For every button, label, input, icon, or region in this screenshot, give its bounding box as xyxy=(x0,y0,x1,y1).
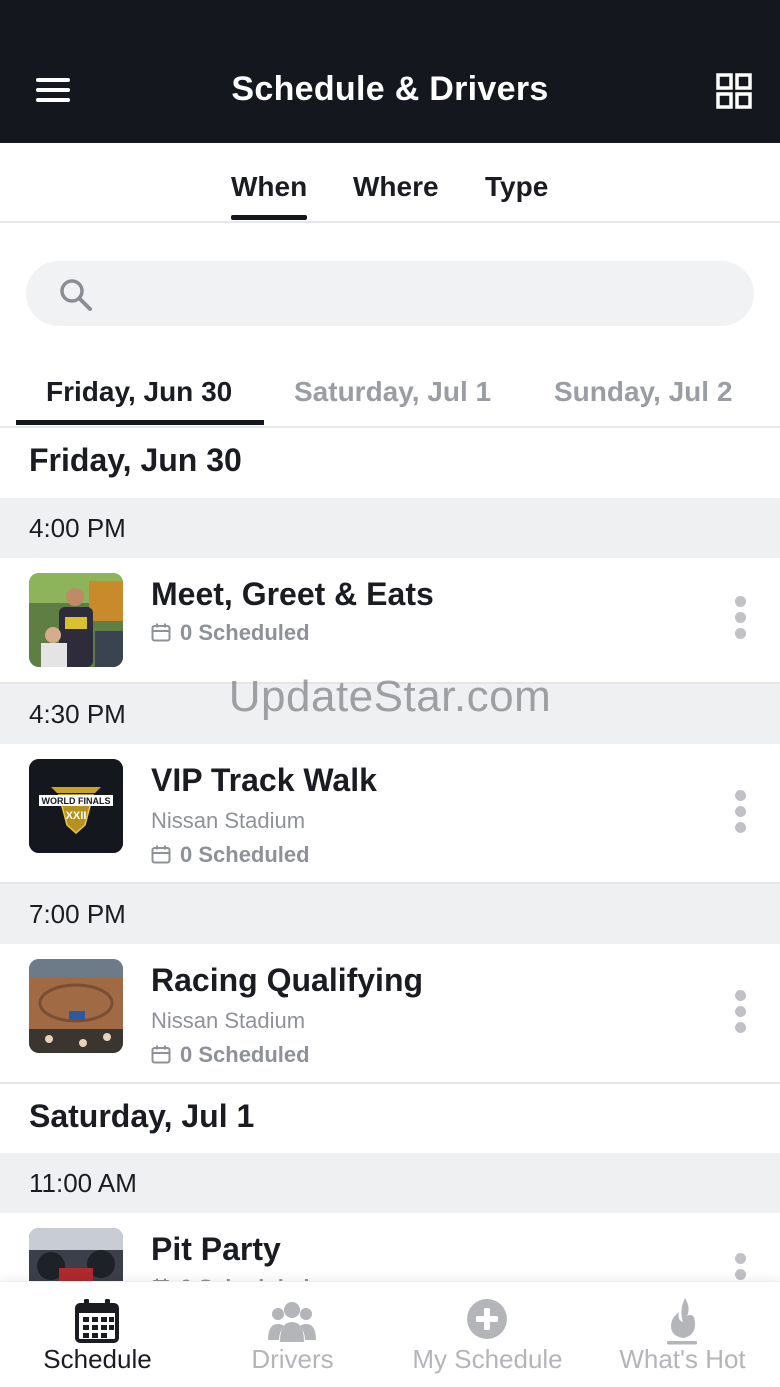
filter-tabs: When Where Type xyxy=(0,143,780,223)
day-title: Saturday, Jul 1 xyxy=(29,1098,255,1134)
tab-type[interactable]: Type xyxy=(485,171,548,203)
nav-label: Schedule xyxy=(43,1344,152,1374)
time-header: 7:00 PM xyxy=(0,884,780,944)
event-row-racing-qualifying[interactable]: Racing Qualifying Nissan Stadium 0 Sched… xyxy=(0,944,780,1084)
scheduled-label: 0 Scheduled xyxy=(180,620,310,645)
nav-label: Drivers xyxy=(251,1344,334,1374)
calendar-small-icon xyxy=(151,1044,171,1064)
time-header: 11:00 AM xyxy=(0,1153,780,1213)
world-finals-logo: WORLD FINALS XXII xyxy=(29,759,123,853)
scheduled-count: 0 Scheduled xyxy=(151,842,310,868)
time-label: 11:00 AM xyxy=(29,1168,137,1198)
search-input[interactable] xyxy=(110,273,730,313)
bottom-nav: Schedule Drivers My Schedule What's Hot xyxy=(0,1281,780,1387)
day-tab-friday[interactable]: Friday, Jun 30 xyxy=(46,376,232,408)
more-options-icon[interactable] xyxy=(731,790,749,840)
more-options-icon[interactable] xyxy=(731,596,749,646)
day-tabs: Friday, Jun 30 Saturday, Jul 1 Sunday, J… xyxy=(0,358,780,428)
people-icon xyxy=(267,1296,317,1346)
logo-text-bottom: XXII xyxy=(66,810,87,822)
search-icon xyxy=(58,277,94,313)
calendar-small-icon xyxy=(151,844,171,864)
time-label: 7:00 PM xyxy=(29,899,126,929)
tab-when[interactable]: When xyxy=(231,171,308,220)
app-bar: Schedule & Drivers xyxy=(0,0,780,143)
event-name: VIP Track Walk xyxy=(151,762,377,798)
calendar-small-icon xyxy=(151,622,171,642)
active-day-indicator xyxy=(16,420,264,425)
time-label: 4:30 PM xyxy=(29,699,126,729)
nav-my-schedule[interactable]: My Schedule xyxy=(390,1282,585,1387)
event-thumbnail xyxy=(29,959,123,1053)
event-row-meet-greet[interactable]: Meet, Greet & Eats 0 Scheduled xyxy=(0,558,780,684)
event-venue: Nissan Stadium xyxy=(151,1008,306,1033)
nav-schedule[interactable]: Schedule xyxy=(0,1282,195,1387)
logo-text-top: WORLD FINALS xyxy=(42,796,111,806)
day-tab-sunday[interactable]: Sunday, Jul 2 xyxy=(554,376,732,408)
nav-whats-hot[interactable]: What's Hot xyxy=(585,1282,780,1387)
scheduled-count: 0 Scheduled xyxy=(151,620,310,646)
calendar-icon xyxy=(72,1296,122,1346)
time-header: 4:00 PM xyxy=(0,498,780,558)
event-thumbnail xyxy=(29,573,123,667)
day-section-header: Friday, Jun 30 xyxy=(0,428,780,498)
nav-label: My Schedule xyxy=(412,1344,563,1374)
event-row-vip-track-walk[interactable]: WORLD FINALS XXII VIP Track Walk Nissan … xyxy=(0,744,780,884)
event-name: Pit Party xyxy=(151,1231,281,1267)
day-tab-saturday[interactable]: Saturday, Jul 1 xyxy=(294,376,491,408)
search-bar xyxy=(26,261,754,326)
nav-drivers[interactable]: Drivers xyxy=(195,1282,390,1387)
scheduled-label: 0 Scheduled xyxy=(180,1042,310,1067)
time-header: 4:30 PM xyxy=(0,684,780,744)
flame-icon xyxy=(657,1296,707,1346)
page-title: Schedule & Drivers xyxy=(231,70,549,108)
day-title: Friday, Jun 30 xyxy=(29,442,242,478)
day-section-header: Saturday, Jul 1 xyxy=(0,1084,780,1154)
scheduled-label: 0 Scheduled xyxy=(180,842,310,867)
tab-where[interactable]: Where xyxy=(353,171,439,203)
nav-label: What's Hot xyxy=(619,1344,746,1374)
scheduled-count: 0 Scheduled xyxy=(151,1042,310,1068)
time-label: 4:00 PM xyxy=(29,513,126,543)
grid-view-icon[interactable] xyxy=(716,73,752,109)
event-venue: Nissan Stadium xyxy=(151,808,306,833)
event-name: Racing Qualifying xyxy=(151,962,424,998)
more-options-icon[interactable] xyxy=(731,990,749,1040)
event-name: Meet, Greet & Eats xyxy=(151,576,434,612)
plus-circle-icon xyxy=(462,1296,512,1346)
